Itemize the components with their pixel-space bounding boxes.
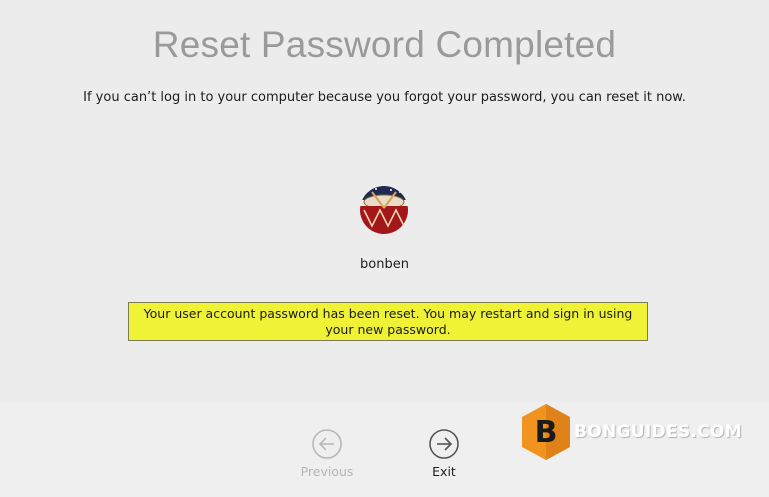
page-subtitle: If you can’t log in to your computer bec… [83, 90, 686, 105]
success-notice: Your user account password has been rese… [128, 302, 648, 341]
bonguides-watermark: B BONGUIDES.COM [518, 402, 742, 462]
svg-text:B: B [535, 415, 558, 450]
previous-button[interactable]: Previous [292, 428, 362, 479]
previous-label: Previous [300, 464, 354, 479]
bonguides-logo-icon: B [522, 404, 570, 460]
user-avatar-drum-icon [360, 186, 408, 234]
page-title: Reset Password Completed [152, 24, 617, 65]
exit-label: Exit [432, 464, 456, 479]
arrow-left-circle-icon [312, 429, 342, 459]
exit-button[interactable]: Exit [409, 428, 479, 479]
watermark-text: BONGUIDES.COM [574, 422, 742, 442]
user-avatar[interactable] [360, 186, 408, 234]
arrow-right-circle-icon [429, 429, 459, 459]
username-label: bonben [360, 257, 409, 272]
